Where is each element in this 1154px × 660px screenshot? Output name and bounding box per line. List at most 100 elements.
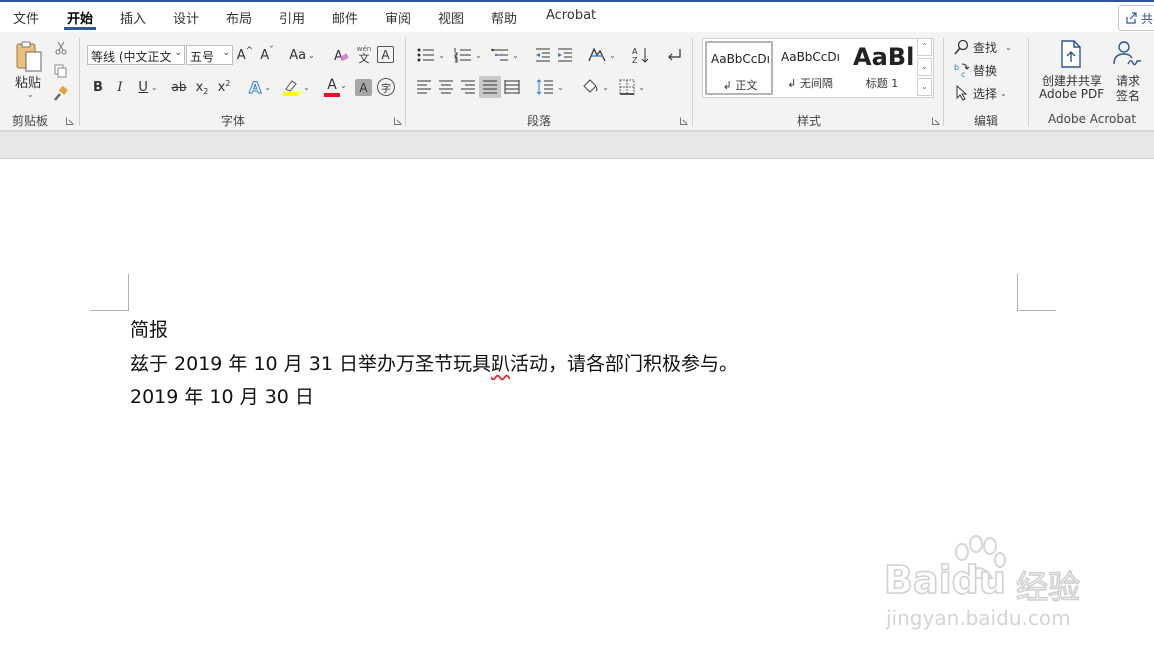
underline-button[interactable]: U ⌄ [133,77,163,97]
style-preview: AaBl [853,43,915,71]
copy-button[interactable] [51,61,71,81]
paste-label: 粘贴 [15,76,42,91]
request-signature-button[interactable]: 请求 签名 [1108,38,1148,104]
sort-button[interactable]: A Z [630,44,652,66]
subscript-digit: 2 [203,86,209,96]
styles-scroll-down-button[interactable]: ⌄ [917,58,932,76]
dialog-launcher-icon[interactable] [394,117,402,125]
increase-indent-button[interactable] [555,44,575,66]
line-spacing-button[interactable]: ⌄ [533,76,567,98]
create-share-pdf-button[interactable]: 创建并共享 Adobe PDF [1036,38,1106,104]
clipboard-group-label: 剪贴板 [12,114,49,128]
pdf-share-icon [1061,40,1081,68]
select-button[interactable]: 选择 ⌄ [954,83,1014,103]
borders-button[interactable]: ⌄ [615,76,649,98]
font-group-label: 字体 [221,114,246,128]
style-heading-1[interactable]: AaBl 标题 1 [849,41,917,95]
character-shading-button[interactable]: A [355,79,372,96]
styles-more-button[interactable]: ⌄ [917,78,932,96]
tab-acrobat[interactable]: Acrobat [546,8,596,23]
copy-icon [54,64,67,78]
character-border-button[interactable]: A [377,46,394,63]
style-name: ↲ 正文 [722,79,758,92]
style-normal[interactable]: AaBbCcDı ↲ 正文 [705,41,773,95]
shrink-font-button[interactable]: Aˇ [258,45,276,65]
text-effects-button[interactable]: A ⌄ [244,76,276,98]
styles-scroll-up-button[interactable]: ⌃ [917,38,932,56]
font-color-button[interactable]: A ⌄ [316,76,348,98]
tab-home[interactable]: 开始 [67,8,93,27]
enclose-characters-button[interactable]: 字 [377,78,395,96]
style-name: ↲ 无间隔 [787,77,833,90]
document-paragraph[interactable]: 兹于 2019 年 10 月 31 日举办万圣节玩具趴活动，请各部门积极参与。 [130,349,738,376]
align-right-button[interactable] [458,77,478,97]
styles-group-label: 样式 [797,114,822,128]
chinese-layout-icon [588,47,606,62]
justify-button[interactable] [479,76,501,98]
chinese-layout-button[interactable]: ⌄ [585,44,619,66]
show-marks-button[interactable] [663,44,685,66]
grow-font-button[interactable]: A ^ [236,45,254,65]
strikethrough-button[interactable]: ab [169,77,189,97]
font-color-label: A [327,76,337,93]
share-button[interactable]: 共 [1118,5,1154,31]
dialog-launcher-icon[interactable] [66,117,74,125]
sort-icon: A Z [632,47,649,64]
multilevel-list-button[interactable]: ⌄ [488,44,522,66]
bullets-button[interactable]: ⌄ [414,44,448,66]
subscript-button[interactable]: x2 [193,77,211,97]
chevron-down-icon: ⌄ [264,82,272,92]
tab-review[interactable]: 审阅 [385,8,411,27]
bold-button[interactable]: B [89,77,107,97]
shading-button[interactable]: ⌄ [578,76,612,98]
align-left-button[interactable] [414,77,434,97]
format-painter-button[interactable] [51,84,71,104]
chevron-down-icon: ⌄ [475,50,482,60]
italic-button[interactable]: I [111,77,129,97]
replace-button[interactable]: b c 替换 [954,60,1004,80]
superscript-button[interactable]: x2 [215,77,233,97]
dialog-launcher-icon[interactable] [680,117,688,125]
dialog-launcher-icon[interactable] [932,117,940,125]
paragraph-group-label: 段落 [527,114,552,128]
cut-button[interactable] [51,38,71,58]
chevron-down-icon: ⌄ [340,81,347,90]
active-tab-indicator [64,27,96,30]
highlight-color-button[interactable]: ⌄ [280,76,312,98]
menu-bar: 文件 开始 插入 设计 布局 引用 邮件 审阅 视图 帮助 Acrobat [0,2,1154,32]
request-sign-label-line2: 签名 [1116,89,1141,103]
phonetic-guide-bottom: 文 [358,52,370,65]
baidu-watermark: Baidu 经验 jingyan.baidu.com [883,535,1094,638]
tab-help[interactable]: 帮助 [491,8,517,27]
change-case-button[interactable]: Aa ⌄ [285,45,319,65]
clear-formatting-button[interactable]: A [331,45,351,65]
paragraph-text: 活动，请各部门积极参与。 [509,353,738,375]
document-title[interactable]: 简报 [130,315,168,342]
tab-insert[interactable]: 插入 [120,8,146,27]
tab-references[interactable]: 引用 [279,8,305,27]
decrease-indent-button[interactable] [533,44,553,66]
find-button[interactable]: 查找 ⌄ [954,37,1018,57]
tab-design[interactable]: 设计 [173,8,199,27]
document-date[interactable]: 2019 年 10 月 30 日 [130,382,314,409]
spelling-error-word[interactable]: 趴 [491,353,510,375]
font-size-select[interactable]: 五号 ⌄ [186,45,233,65]
tab-file[interactable]: 文件 [13,8,39,27]
justify-icon [483,80,497,94]
enclose-characters-label: 字 [381,83,391,95]
chevron-down-icon: ⌄ [438,50,445,60]
distributed-button[interactable] [502,77,522,97]
caret-down-icon: ˇ [269,46,274,56]
tab-mailings[interactable]: 邮件 [332,8,358,27]
font-name-select[interactable]: 等线 (中文正文 ⌄ [87,45,185,65]
tab-view[interactable]: 视图 [438,8,464,27]
align-center-button[interactable] [436,77,456,97]
phonetic-guide-button[interactable]: wén 文 [354,43,374,67]
style-no-spacing[interactable]: AaBbCcDı ↲ 无间隔 [777,41,845,95]
margin-corner-top-left [90,274,129,311]
tab-layout[interactable]: 布局 [226,8,252,27]
numbering-button[interactable]: ⌄ [451,44,485,66]
paste-button[interactable]: 粘贴 ⌄ [10,38,48,100]
styles-gallery: AaBbCcDı ↲ 正文 AaBbCcDı ↲ 无间隔 AaBl 标题 1 [702,38,934,98]
select-label: 选择 [973,86,998,101]
